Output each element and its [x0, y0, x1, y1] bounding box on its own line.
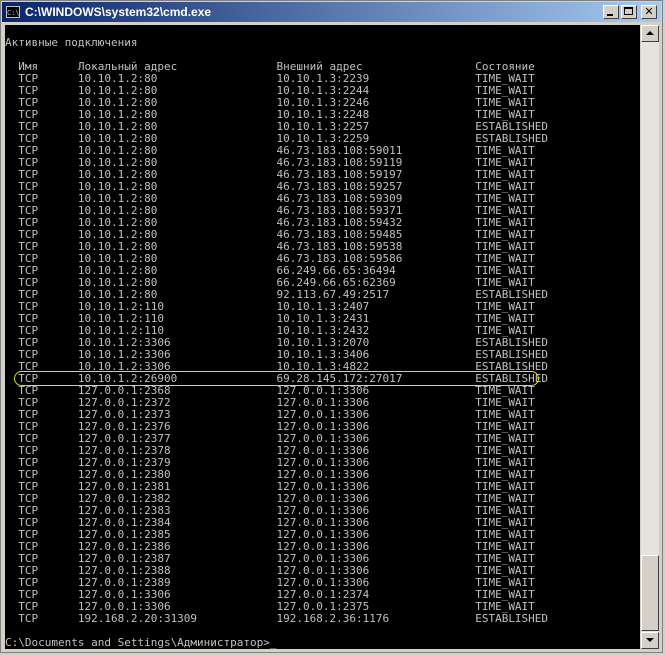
connections-table: TCP 10.10.1.2:80 10.10.1.3:2239 TIME_WAI…	[5, 73, 640, 625]
scroll-down-button[interactable]	[641, 632, 659, 649]
close-button[interactable]: ✕	[641, 5, 657, 19]
command-prompt[interactable]: C:\Documents and Settings\Администратор>…	[5, 637, 640, 649]
minimize-icon	[607, 14, 613, 16]
arrow-down-icon	[646, 638, 654, 642]
close-icon: ✕	[644, 5, 654, 18]
console-heading: Активные подключения	[5, 36, 138, 49]
minimize-button[interactable]	[603, 5, 619, 19]
scroll-thumb[interactable]	[641, 555, 659, 631]
arrow-up-icon	[646, 31, 654, 35]
cmd-app-icon[interactable]: C:\	[6, 6, 20, 18]
table-row: TCP 192.168.2.20:31309 192.168.2.36:1176…	[5, 612, 549, 625]
window-title: C:\WINDOWS\system32\cmd.exe	[25, 5, 212, 19]
vertical-scrollbar[interactable]	[641, 25, 659, 649]
cmd-window: C:\ C:\WINDOWS\system32\cmd.exe ✕ Активн…	[0, 0, 663, 653]
console-output[interactable]: Активные подключения Имя Локальный адрес…	[5, 25, 640, 649]
text-cursor: _	[269, 636, 277, 649]
maximize-button[interactable]	[621, 5, 637, 19]
maximize-icon	[624, 7, 633, 15]
title-bar[interactable]: C:\ C:\WINDOWS\system32\cmd.exe ✕	[2, 2, 661, 22]
prompt-path: C:\Documents and Settings\Администратор>	[5, 636, 270, 649]
scroll-up-button[interactable]	[641, 25, 659, 42]
